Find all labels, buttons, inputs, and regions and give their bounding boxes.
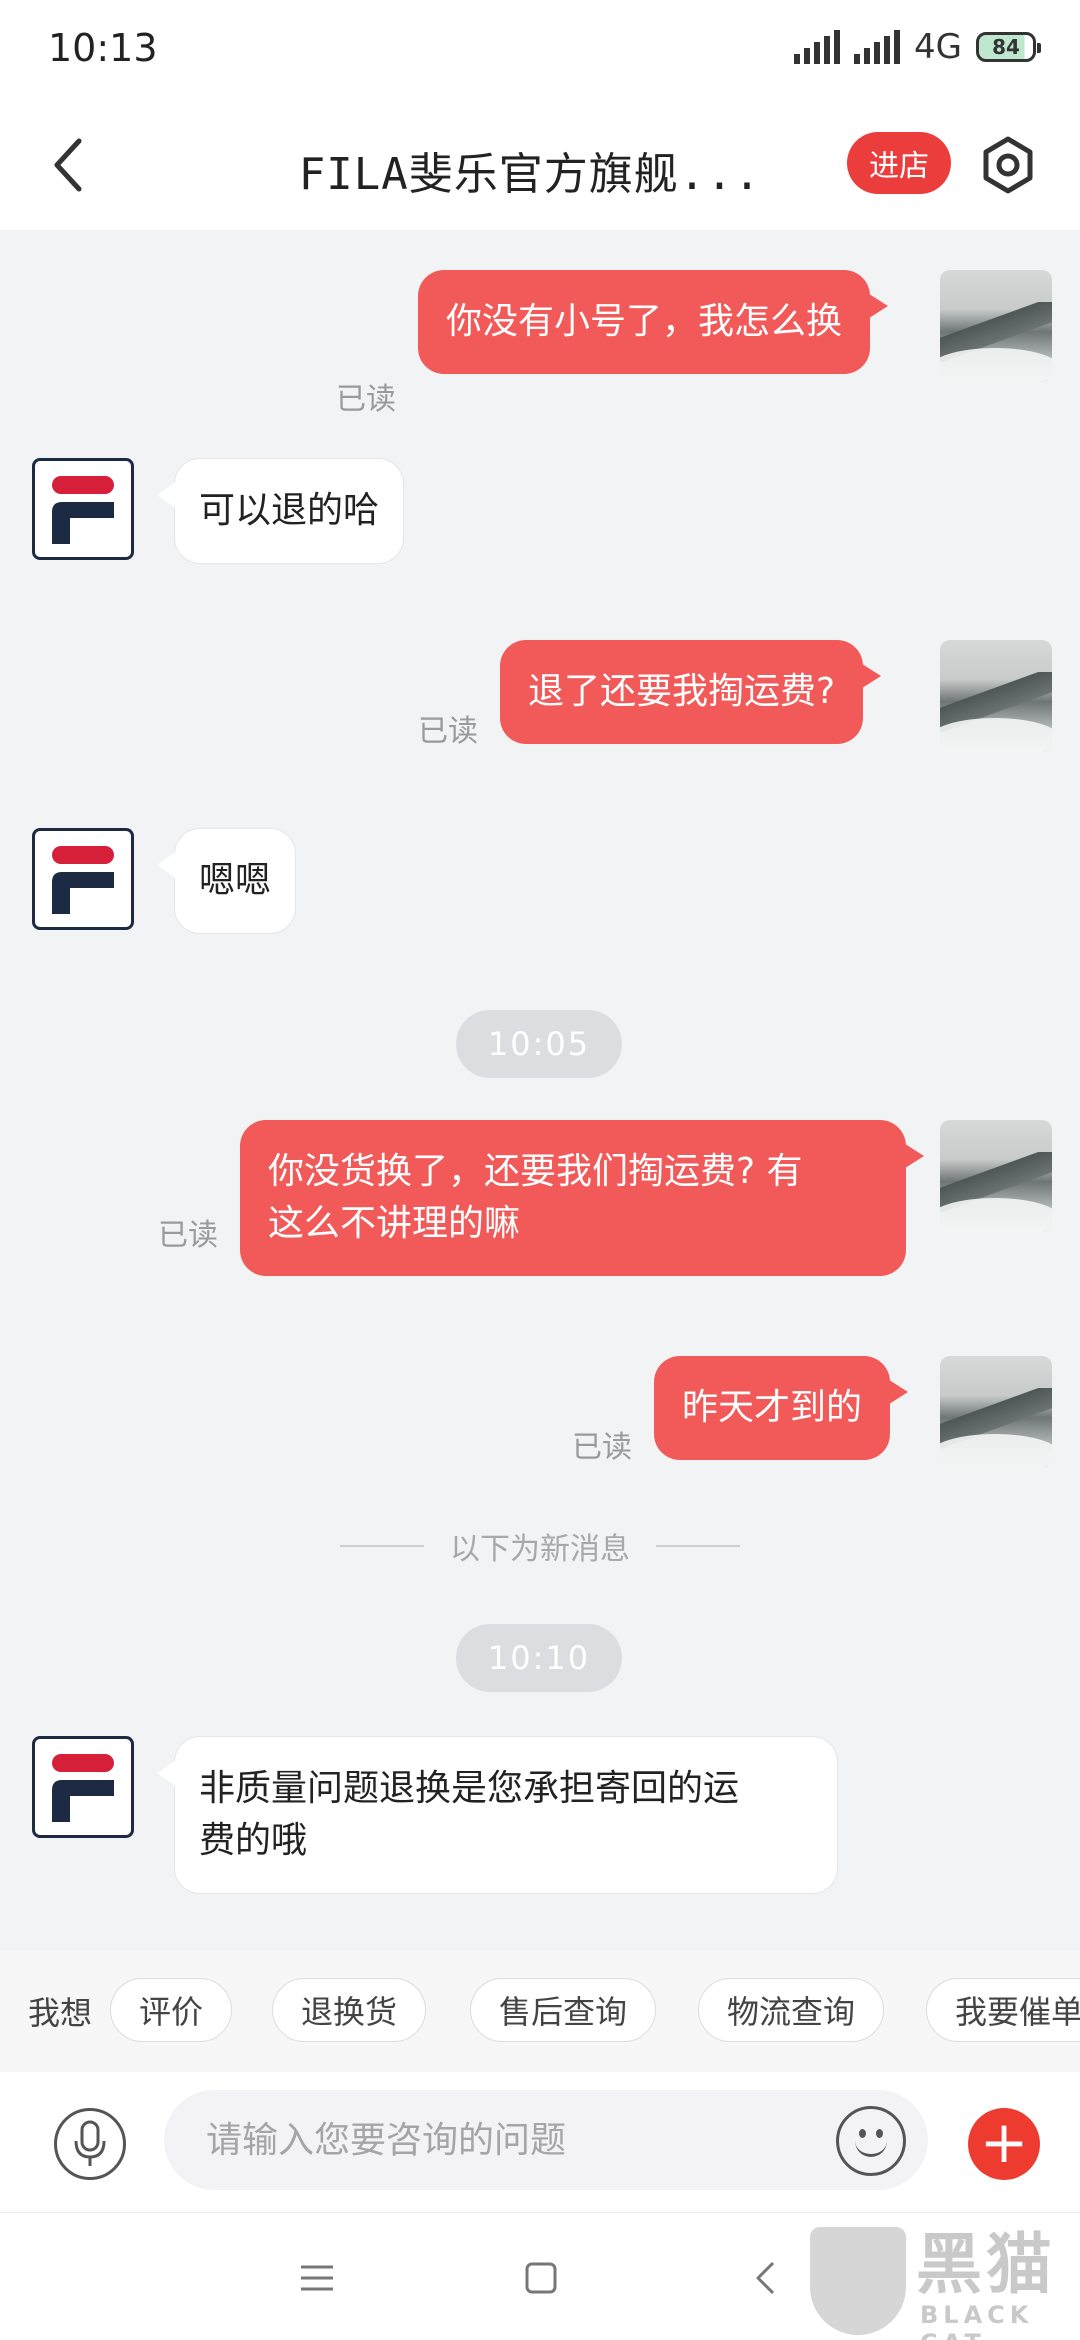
my-avatar[interactable] — [940, 270, 1052, 382]
system-nav-bar: 黑猫 BLACK CAT — [0, 2212, 1080, 2340]
square-home-icon — [525, 2262, 557, 2294]
message-text: 昨天才到的 — [682, 1387, 863, 1428]
chat-header: FILA斐乐官方旗舰... 进店 — [0, 100, 1080, 230]
message-row: 可以退的哈 — [0, 458, 1080, 578]
fila-logo-icon — [52, 1754, 114, 1822]
plus-icon: + — [979, 2108, 1029, 2176]
chip-urge-order[interactable]: 我要催单 — [926, 1978, 1080, 2042]
settings-button[interactable] — [973, 130, 1043, 200]
message-text: 可以退的哈 — [199, 490, 380, 531]
status-bar: 10:13 4G 84 — [0, 0, 1080, 100]
chip-return-exchange[interactable]: 退换货 — [272, 1978, 427, 2042]
message-text: 退了还要我掏运费? — [528, 671, 836, 712]
my-avatar[interactable] — [940, 1120, 1052, 1232]
status-time: 10:13 — [48, 26, 158, 70]
read-status: 已读 — [572, 1430, 632, 1465]
signal-icon — [854, 30, 901, 64]
shop-avatar[interactable] — [32, 458, 134, 560]
shop-message-bubble[interactable]: 可以退的哈 — [156, 458, 405, 564]
message-text-line: 你没货换了，还要我们掏运费? 有 — [268, 1151, 803, 1192]
my-avatar[interactable] — [940, 1356, 1052, 1468]
message-row: 非质量问题退换是您承担寄回的运 费的哦 — [0, 1736, 1080, 1896]
watermark-cn: 黑猫 — [916, 2226, 1056, 2303]
quick-actions-bar[interactable]: 我想 评价 退换货 售后查询 物流查询 我要催单 — [0, 1950, 1080, 2072]
shop-avatar[interactable] — [32, 828, 134, 930]
chat-list[interactable]: 已读 你没有小号了，我怎么换 可以退的哈 已读 退了还要我掏运费? 嗯嗯 10:… — [0, 230, 1080, 1950]
microphone-icon — [74, 2120, 106, 2166]
chip-review[interactable]: 评价 — [110, 1978, 233, 2042]
gear-icon — [983, 136, 1033, 194]
message-row: 已读 你没有小号了，我怎么换 — [0, 270, 1080, 417]
shop-avatar[interactable] — [32, 1736, 134, 1838]
battery-icon: 84 — [976, 32, 1041, 62]
message-text-line: 非质量问题退换是您承担寄回的运 — [199, 1768, 740, 1809]
battery-level: 84 — [992, 35, 1020, 59]
new-messages-divider: 以下为新消息 — [0, 1524, 1080, 1568]
menu-icon — [301, 2265, 333, 2291]
read-status: 已读 — [336, 382, 396, 417]
my-message-bubble[interactable]: 昨天才到的 — [654, 1356, 909, 1460]
cat-shield-logo — [810, 2227, 906, 2335]
message-text: 嗯嗯 — [199, 860, 272, 901]
fila-logo-icon — [52, 846, 114, 914]
shop-message-bubble[interactable]: 嗯嗯 — [156, 828, 297, 934]
my-message-bubble[interactable]: 你没货换了，还要我们掏运费? 有 这么不讲理的嘛 — [240, 1120, 924, 1276]
voice-button[interactable] — [54, 2108, 126, 2180]
shop-message-bubble[interactable]: 非质量问题退换是您承担寄回的运 费的哦 — [157, 1736, 838, 1894]
read-status: 已读 — [418, 714, 478, 749]
message-row: 已读 你没货换了，还要我们掏运费? 有 这么不讲理的嘛 — [0, 1120, 1080, 1280]
triangle-back-icon — [756, 2261, 775, 2295]
message-input[interactable] — [164, 2090, 928, 2190]
enter-store-button[interactable]: 进店 — [847, 132, 951, 194]
fila-logo-icon — [52, 476, 114, 544]
timestamp-pill: 10:10 — [456, 1624, 622, 1692]
signal-icon — [794, 30, 841, 64]
message-row: 已读 退了还要我掏运费? — [0, 640, 1080, 760]
message-text: 你没有小号了，我怎么换 — [446, 301, 843, 342]
read-status: 已读 — [158, 1218, 218, 1253]
my-avatar[interactable] — [940, 640, 1052, 752]
menu-nav-button[interactable] — [292, 2253, 342, 2303]
watermark-en: BLACK CAT — [920, 2301, 1034, 2340]
quick-actions-label: 我想 — [28, 1994, 93, 2032]
message-row: 已读 昨天才到的 — [0, 1356, 1080, 1476]
status-icons: 4G 84 — [794, 27, 1041, 67]
message-text-line: 费的哦 — [199, 1820, 308, 1861]
network-type: 4G — [914, 27, 962, 67]
plus-button[interactable]: + — [968, 2108, 1040, 2180]
home-nav-button[interactable] — [516, 2253, 566, 2303]
divider-text: 以下为新消息 — [450, 1532, 630, 1567]
chip-logistics[interactable]: 物流查询 — [698, 1978, 885, 2042]
my-message-bubble[interactable]: 你没有小号了，我怎么换 — [418, 270, 889, 374]
my-message-bubble[interactable]: 退了还要我掏运费? — [500, 640, 882, 744]
back-nav-button[interactable] — [740, 2253, 790, 2303]
black-cat-watermark: 黑猫 BLACK CAT — [806, 2226, 1076, 2340]
message-row: 嗯嗯 — [0, 828, 1080, 948]
chip-after-sales[interactable]: 售后查询 — [470, 1978, 657, 2042]
emoji-button[interactable] — [836, 2106, 906, 2176]
timestamp-pill: 10:05 — [456, 1010, 622, 1078]
message-text-line: 这么不讲理的嘛 — [268, 1203, 521, 1244]
message-input-bar: + — [0, 2072, 1080, 2212]
